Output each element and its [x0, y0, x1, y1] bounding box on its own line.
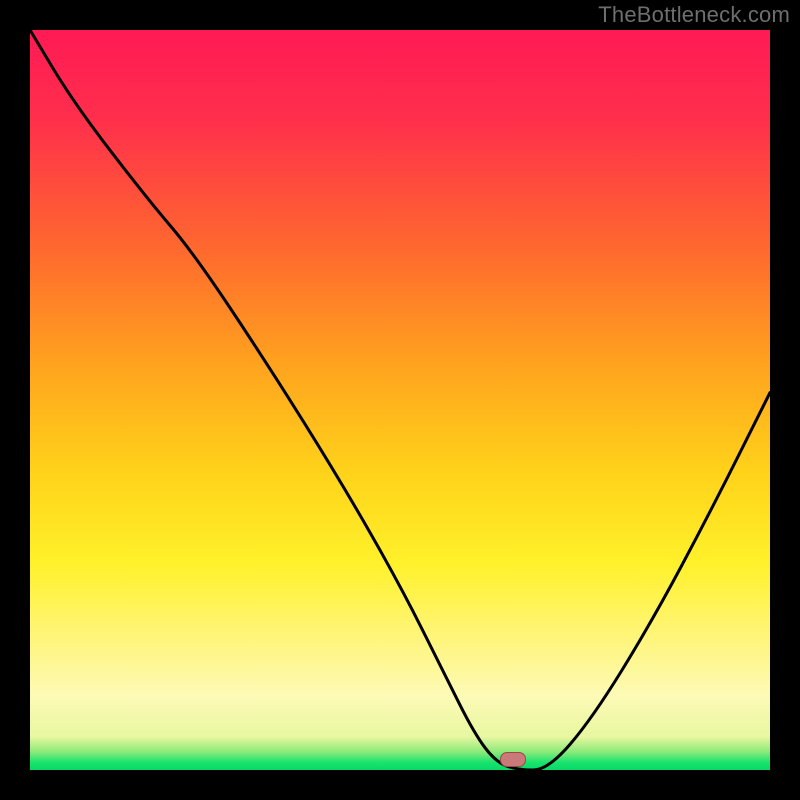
gradient-background [30, 30, 770, 770]
plot-area [30, 30, 770, 770]
chart-stage: TheBottleneck.com [0, 0, 800, 800]
plot-svg [30, 30, 770, 770]
watermark-text: TheBottleneck.com [598, 2, 790, 28]
optimal-point-marker [500, 752, 526, 767]
